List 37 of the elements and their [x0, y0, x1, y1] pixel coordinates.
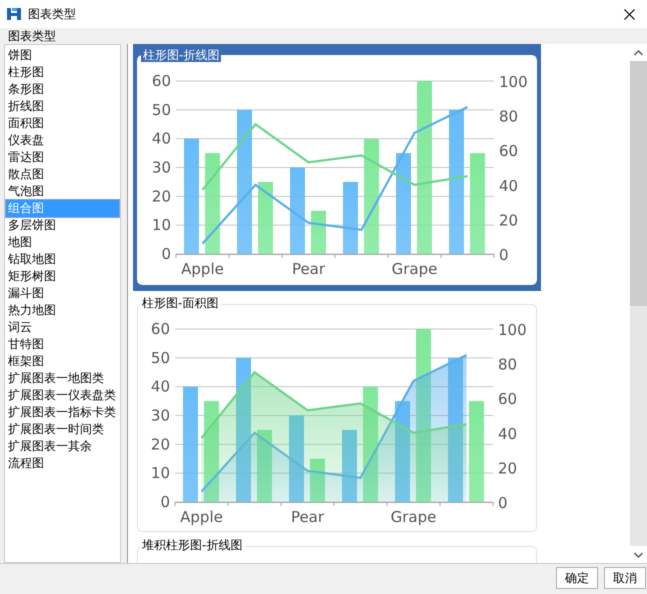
axis-tick-label: Apple	[180, 508, 223, 526]
axis-tick-label: 0	[161, 245, 171, 263]
axis-tick-label: 30	[152, 158, 171, 176]
axis-tick-label: 50	[152, 100, 171, 119]
axis-tick-label: 100	[498, 321, 527, 339]
axis-tick-label: 0	[498, 494, 508, 512]
axis-tick-label: 40	[152, 130, 171, 148]
axis-tick-label: 20	[498, 459, 518, 478]
axis-tick-label: 20	[152, 187, 171, 206]
axis-tick-label: 0	[160, 493, 170, 511]
preview-title: 堆积柱形图-折线图	[140, 538, 244, 552]
axis-tick-label: 40	[498, 424, 518, 443]
axis-tick-label: 40	[499, 176, 518, 195]
axis-tick-label: 10	[150, 464, 170, 482]
axis-tick-label: 60	[152, 72, 171, 90]
axis-tick-label: Pear	[290, 508, 324, 526]
axis-tick-label: 100	[499, 73, 528, 91]
group-label: 图表类型	[8, 29, 56, 43]
axis-tick-label: 20	[150, 435, 170, 454]
axis-tick-label: 50	[150, 348, 170, 367]
axis-tick-label: 80	[498, 356, 518, 374]
axis-tick-label: 10	[152, 216, 171, 234]
axis-tick-label: 40	[150, 378, 170, 396]
axis-tick-label: Apple	[181, 260, 224, 278]
axis-tick-label: 60	[499, 142, 518, 160]
axis-tick-label: 0	[499, 246, 509, 264]
window-title: 图表类型	[28, 6, 76, 23]
axis-tick-label: 30	[150, 406, 170, 424]
axis-tick-label: Grape	[390, 508, 436, 526]
axis-tick-label: Pear	[292, 260, 326, 278]
preview-title: 柱形图-折线图	[141, 48, 222, 62]
axis-tick-label: 60	[498, 390, 518, 408]
axis-tick-label: 20	[499, 211, 518, 230]
axis-tick-label: Grape	[392, 260, 438, 278]
axis-tick-label: 60	[150, 320, 170, 338]
preview-title: 柱形图-面积图	[140, 296, 220, 310]
axis-tick-label: 80	[499, 108, 518, 126]
